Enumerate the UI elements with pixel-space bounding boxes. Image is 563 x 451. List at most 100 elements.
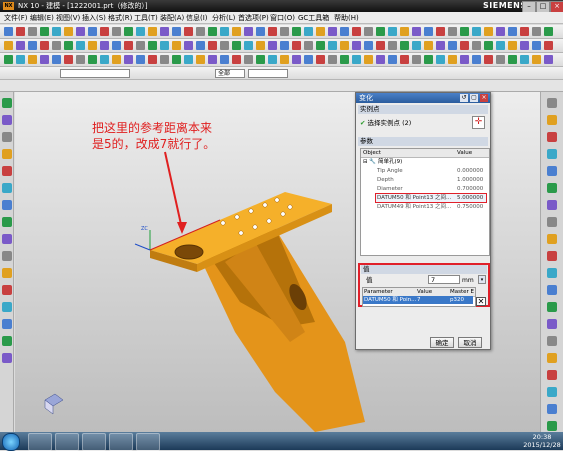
- rail-icon[interactable]: [2, 268, 12, 278]
- toolbar-icon[interactable]: [340, 55, 349, 64]
- toolbar-icon[interactable]: [532, 55, 541, 64]
- rail-icon[interactable]: [2, 251, 12, 261]
- toolbar-icon[interactable]: [52, 27, 61, 36]
- toolbar-icon[interactable]: [232, 41, 241, 50]
- toolbar-icon[interactable]: [160, 55, 169, 64]
- toolbar-icon[interactable]: [388, 27, 397, 36]
- start-button[interactable]: [2, 433, 20, 451]
- menu-assembly[interactable]: 装配(A): [160, 13, 184, 23]
- toolbar-icon[interactable]: [172, 27, 181, 36]
- dialog-close-icon[interactable]: ×: [480, 94, 488, 102]
- clock[interactable]: 20:38 2015/12/28: [523, 433, 561, 449]
- tree-row-diameter[interactable]: Diameter: [377, 185, 453, 193]
- tree-row-datum49[interactable]: DATUM49 和 Point13 之间...: [377, 203, 455, 211]
- toolbar-icon[interactable]: [220, 41, 229, 50]
- toolbar-icon[interactable]: [424, 41, 433, 50]
- rail-icon[interactable]: [2, 200, 12, 210]
- toolbar-icon[interactable]: [424, 55, 433, 64]
- toolbar-icon[interactable]: [196, 41, 205, 50]
- menu-edit[interactable]: 编辑(E): [30, 13, 54, 23]
- toolbar-icon[interactable]: [520, 55, 529, 64]
- toolbar-icon[interactable]: [316, 27, 325, 36]
- toolbar-icon[interactable]: [508, 41, 517, 50]
- toolbar-icon[interactable]: [100, 27, 109, 36]
- reset-icon[interactable]: ↺: [460, 94, 468, 102]
- taskbar-app-1[interactable]: [28, 433, 52, 451]
- toolbar-icon[interactable]: [16, 27, 25, 36]
- toolbar-icon[interactable]: [352, 27, 361, 36]
- toolbar-icon[interactable]: [316, 55, 325, 64]
- toolbar-icon[interactable]: [232, 27, 241, 36]
- toolbar-icon[interactable]: [124, 55, 133, 64]
- rail-icon[interactable]: [547, 183, 557, 193]
- toolbar-icon[interactable]: [256, 27, 265, 36]
- rail-icon[interactable]: [2, 149, 12, 159]
- point-select-icon[interactable]: ✛: [472, 116, 485, 129]
- toolbar-icon[interactable]: [352, 41, 361, 50]
- toolbar-icon[interactable]: [244, 55, 253, 64]
- toolbar-icon[interactable]: [448, 55, 457, 64]
- toolbar-icon[interactable]: [316, 41, 325, 50]
- collapse-icon[interactable]: ▢: [470, 94, 478, 102]
- toolbar-icon[interactable]: [268, 27, 277, 36]
- toolbar-icon[interactable]: [364, 27, 373, 36]
- toolbar-icon[interactable]: [136, 41, 145, 50]
- tree-row-depth[interactable]: Depth: [377, 176, 453, 184]
- rail-icon[interactable]: [2, 302, 12, 312]
- toolbar-icon[interactable]: [544, 55, 553, 64]
- toolbar-icon[interactable]: [160, 41, 169, 50]
- toolbar-icon[interactable]: [460, 41, 469, 50]
- toolbar-icon[interactable]: [496, 27, 505, 36]
- toolbar-icon[interactable]: [268, 41, 277, 50]
- toolbar-icon[interactable]: [436, 27, 445, 36]
- rail-icon[interactable]: [547, 336, 557, 346]
- cancel-button[interactable]: 取消: [458, 337, 482, 348]
- rail-icon[interactable]: [547, 387, 557, 397]
- tree-header-object[interactable]: Object: [361, 149, 458, 158]
- toolbar-icon[interactable]: [376, 41, 385, 50]
- toolbar-icon[interactable]: [244, 41, 253, 50]
- toolbar-icon[interactable]: [544, 27, 553, 36]
- rail-icon[interactable]: [2, 285, 12, 295]
- toolbar-icon[interactable]: [460, 55, 469, 64]
- toolbar-icon[interactable]: [28, 41, 37, 50]
- menu-insert[interactable]: 插入(S): [82, 13, 106, 23]
- select-instance-row[interactable]: ✔ 选择实例点 (2): [360, 117, 486, 129]
- rail-icon[interactable]: [547, 302, 557, 312]
- toolbar-icon[interactable]: [172, 41, 181, 50]
- toolbar-icon[interactable]: [220, 27, 229, 36]
- toolbar-icon[interactable]: [244, 27, 253, 36]
- rail-icon[interactable]: [547, 353, 557, 363]
- toolbar-icon[interactable]: [196, 55, 205, 64]
- toolbar-icon[interactable]: [52, 41, 61, 50]
- menu-gc-toolbox[interactable]: GC工具箱: [298, 13, 329, 23]
- toolbar-icon[interactable]: [412, 41, 421, 50]
- toolbar-icon[interactable]: [544, 41, 553, 50]
- toolbar-icon[interactable]: [136, 55, 145, 64]
- toolbar-icon[interactable]: [160, 27, 169, 36]
- rail-icon[interactable]: [2, 132, 12, 142]
- toolbar-icon[interactable]: [340, 41, 349, 50]
- toolbar-icon[interactable]: [460, 27, 469, 36]
- toolbar-icon[interactable]: [256, 41, 265, 50]
- toolbar-icon[interactable]: [64, 41, 73, 50]
- menu-preferences[interactable]: 首选项(P): [238, 13, 269, 23]
- toolbar-icon[interactable]: [88, 27, 97, 36]
- rail-icon[interactable]: [547, 404, 557, 414]
- toolbar-icon[interactable]: [472, 41, 481, 50]
- toolbar-icon[interactable]: [16, 41, 25, 50]
- toolbar-icon[interactable]: [100, 41, 109, 50]
- rail-icon[interactable]: [2, 319, 12, 329]
- toolbar-icon[interactable]: [4, 27, 13, 36]
- toolbar-icon[interactable]: [388, 41, 397, 50]
- rail-icon[interactable]: [547, 285, 557, 295]
- toolbar-icon[interactable]: [208, 41, 217, 50]
- rail-icon[interactable]: [2, 217, 12, 227]
- toolbar-icon[interactable]: [412, 27, 421, 36]
- menu-file[interactable]: 文件(F): [4, 13, 28, 23]
- tree-root[interactable]: ⊟ 🔧 简单孔(9): [363, 158, 453, 166]
- toolbar-icon[interactable]: [232, 55, 241, 64]
- toolbar-icon[interactable]: [352, 55, 361, 64]
- taskbar-app-3[interactable]: [82, 433, 106, 451]
- toolbar-icon[interactable]: [148, 27, 157, 36]
